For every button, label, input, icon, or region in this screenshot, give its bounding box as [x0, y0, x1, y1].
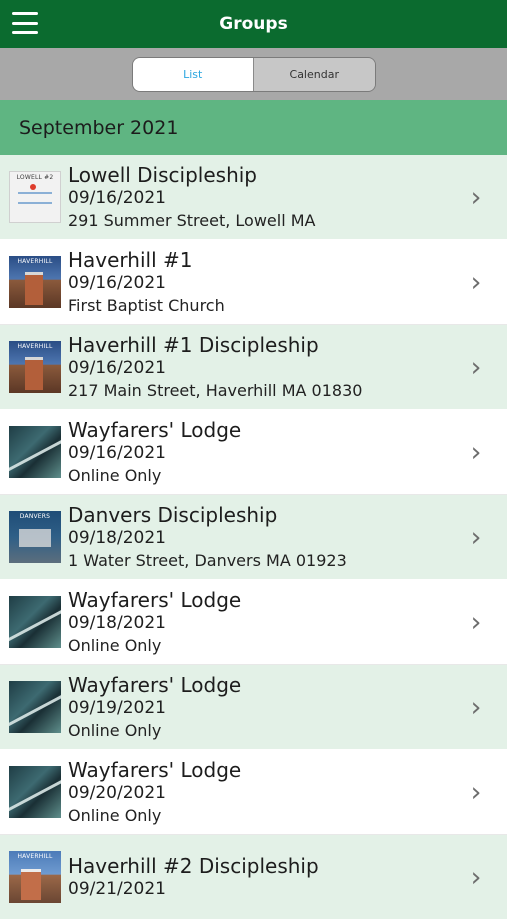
group-name: Haverhill #2 Discipleship: [68, 853, 319, 878]
month-section-header: September 2021: [0, 100, 507, 155]
group-date: 09/19/2021: [68, 698, 166, 718]
group-location: 217 Main Street, Haverhill MA 01830: [68, 381, 363, 400]
group-name: Danvers Discipleship: [68, 503, 278, 527]
calendar-tab[interactable]: Calendar: [253, 57, 375, 91]
group-name: Wayfarers' Lodge: [68, 418, 242, 442]
chevron-right-icon: ›: [470, 266, 482, 298]
group-date: 09/18/2021: [68, 528, 166, 548]
thumbnail-badge: HAVERHILL: [17, 853, 53, 860]
group-row[interactable]: HAVERHILL Haverhill #1 Discipleship 09/1…: [0, 325, 507, 410]
chevron-right-icon: ›: [470, 776, 482, 808]
view-switcher-bar: List Calendar: [0, 48, 507, 100]
group-row[interactable]: HAVERHILL Haverhill #2 Discipleship 09/2…: [0, 835, 507, 920]
thumbnail-badge: HAVERHILL: [17, 258, 53, 265]
group-name: Haverhill #1 Discipleship: [68, 333, 319, 357]
group-location: Online Only: [68, 721, 162, 740]
group-date: 09/16/2021: [68, 273, 166, 293]
danvers-thumbnail: DANVERS: [9, 511, 61, 563]
water-thumbnail: [9, 766, 61, 818]
hamburger-menu-icon[interactable]: [12, 10, 38, 36]
group-row[interactable]: HAVERHILL Haverhill #1 09/16/2021 First …: [0, 240, 507, 325]
top-bar: Groups: [0, 0, 507, 48]
group-name: Lowell Discipleship: [68, 163, 257, 187]
group-row[interactable]: Wayfarers' Lodge 09/20/2021 Online Only …: [0, 750, 507, 835]
water-thumbnail: [9, 596, 61, 648]
chevron-right-icon: ›: [470, 181, 482, 213]
group-location: Online Only: [68, 806, 162, 825]
church-thumbnail: HAVERHILL: [9, 851, 61, 903]
group-name: Wayfarers' Lodge: [68, 758, 242, 782]
thumbnail-badge: HAVERHILL: [17, 343, 53, 350]
chevron-right-icon: ›: [470, 691, 482, 723]
group-location: 1 Water Street, Danvers MA 01923: [68, 551, 347, 570]
group-name: Wayfarers' Lodge: [68, 588, 242, 612]
group-row[interactable]: Wayfarers' Lodge 09/16/2021 Online Only …: [0, 410, 507, 495]
page-title: Groups: [219, 14, 288, 34]
group-name: Wayfarers' Lodge: [68, 673, 242, 697]
view-segmented-control: List Calendar: [131, 56, 376, 92]
group-date: 09/20/2021: [68, 783, 166, 803]
map-thumbnail: LOWELL #2: [9, 171, 61, 223]
group-date: 09/16/2021: [68, 188, 166, 208]
thumbnail-badge: LOWELL #2: [16, 174, 54, 181]
group-row[interactable]: Wayfarers' Lodge 09/18/2021 Online Only …: [0, 580, 507, 665]
water-thumbnail: [9, 426, 61, 478]
chevron-right-icon: ›: [470, 521, 482, 553]
group-location: 291 Summer Street, Lowell MA: [68, 211, 316, 230]
list-tab[interactable]: List: [132, 57, 253, 91]
chevron-right-icon: ›: [470, 436, 482, 468]
group-location: Online Only: [68, 636, 162, 655]
group-date: 09/16/2021: [68, 358, 166, 378]
group-date: 09/21/2021: [68, 878, 166, 899]
church-thumbnail: HAVERHILL: [9, 341, 61, 393]
water-thumbnail: [9, 681, 61, 733]
group-location: First Baptist Church: [68, 296, 225, 315]
group-date: 09/16/2021: [68, 443, 166, 463]
thumbnail-badge: DANVERS: [19, 513, 51, 520]
group-row[interactable]: DANVERS Danvers Discipleship 09/18/2021 …: [0, 495, 507, 580]
group-name: Haverhill #1: [68, 248, 193, 272]
group-date: 09/18/2021: [68, 613, 166, 633]
groups-list: LOWELL #2 Lowell Discipleship 09/16/2021…: [0, 155, 507, 920]
church-thumbnail: HAVERHILL: [9, 256, 61, 308]
group-row[interactable]: Wayfarers' Lodge 09/19/2021 Online Only …: [0, 665, 507, 750]
chevron-right-icon: ›: [470, 606, 482, 638]
group-row[interactable]: LOWELL #2 Lowell Discipleship 09/16/2021…: [0, 155, 507, 240]
chevron-right-icon: ›: [470, 351, 482, 383]
chevron-right-icon: ›: [470, 861, 482, 893]
group-location: Online Only: [68, 466, 162, 485]
